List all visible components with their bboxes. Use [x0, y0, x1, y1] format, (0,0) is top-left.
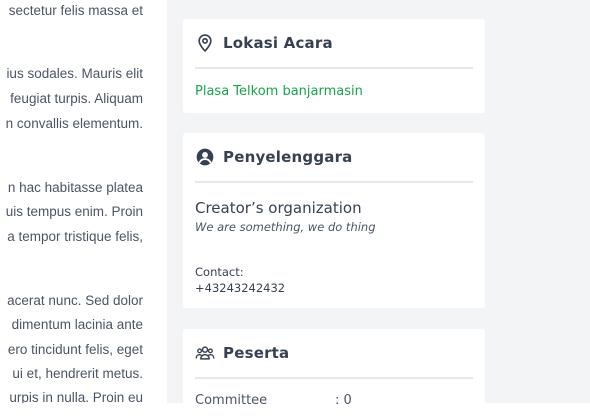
- description-line: dimentum lacinia ante: [11, 317, 143, 332]
- contact-label: Contact:: [195, 265, 244, 279]
- organizer-card-header: Penyelenggara: [195, 133, 473, 183]
- participant-role-label: Committee: [195, 393, 268, 408]
- location-card: Lokasi Acara Plasa Telkom banjarmasin: [183, 19, 485, 113]
- description-line: a tempor tristique felis,: [7, 229, 143, 244]
- organizer-card-title: Penyelenggara: [223, 148, 353, 166]
- description-line: n hac habitasse platea: [7, 180, 143, 195]
- description-line: ius sodales. Mauris elit: [6, 66, 143, 81]
- description-line: ui et, hendrerit metus.: [12, 366, 143, 381]
- participant-count-value: : 0: [335, 393, 352, 408]
- participants-card: Peserta Committee : 0: [183, 329, 485, 419]
- users-icon: [195, 346, 215, 360]
- event-description: sectetur felis massa et ius sodales. Mau…: [0, 0, 167, 403]
- participants-card-header: Peserta: [195, 329, 473, 379]
- description-line: sectetur felis massa et: [8, 3, 143, 18]
- description-line: acerat nunc. Sed dolor: [7, 293, 143, 308]
- participants-card-title: Peserta: [223, 344, 290, 362]
- description-line: ero tincidunt felis, eget: [7, 342, 143, 357]
- description-line: uis tempus enim. Proin: [5, 204, 143, 219]
- organizer-card: Penyelenggara Creator’s organization We …: [183, 133, 485, 308]
- location-card-header: Lokasi Acara: [195, 19, 473, 69]
- description-line: n convallis elementum.: [5, 116, 143, 131]
- organizer-name: Creator’s organization: [195, 199, 362, 217]
- organizer-tagline: We are something, we do thing: [195, 220, 376, 234]
- contact-phone: +43243242432: [195, 281, 286, 295]
- user-circle-icon: [196, 148, 214, 166]
- description-line: feugiat turpis. Aliquam: [10, 91, 143, 106]
- location-value: Plasa Telkom banjarmasin: [195, 84, 363, 99]
- description-line: urpis in nulla. Proin eu: [9, 390, 143, 403]
- map-pin-icon: [198, 34, 212, 52]
- location-card-title: Lokasi Acara: [223, 34, 333, 52]
